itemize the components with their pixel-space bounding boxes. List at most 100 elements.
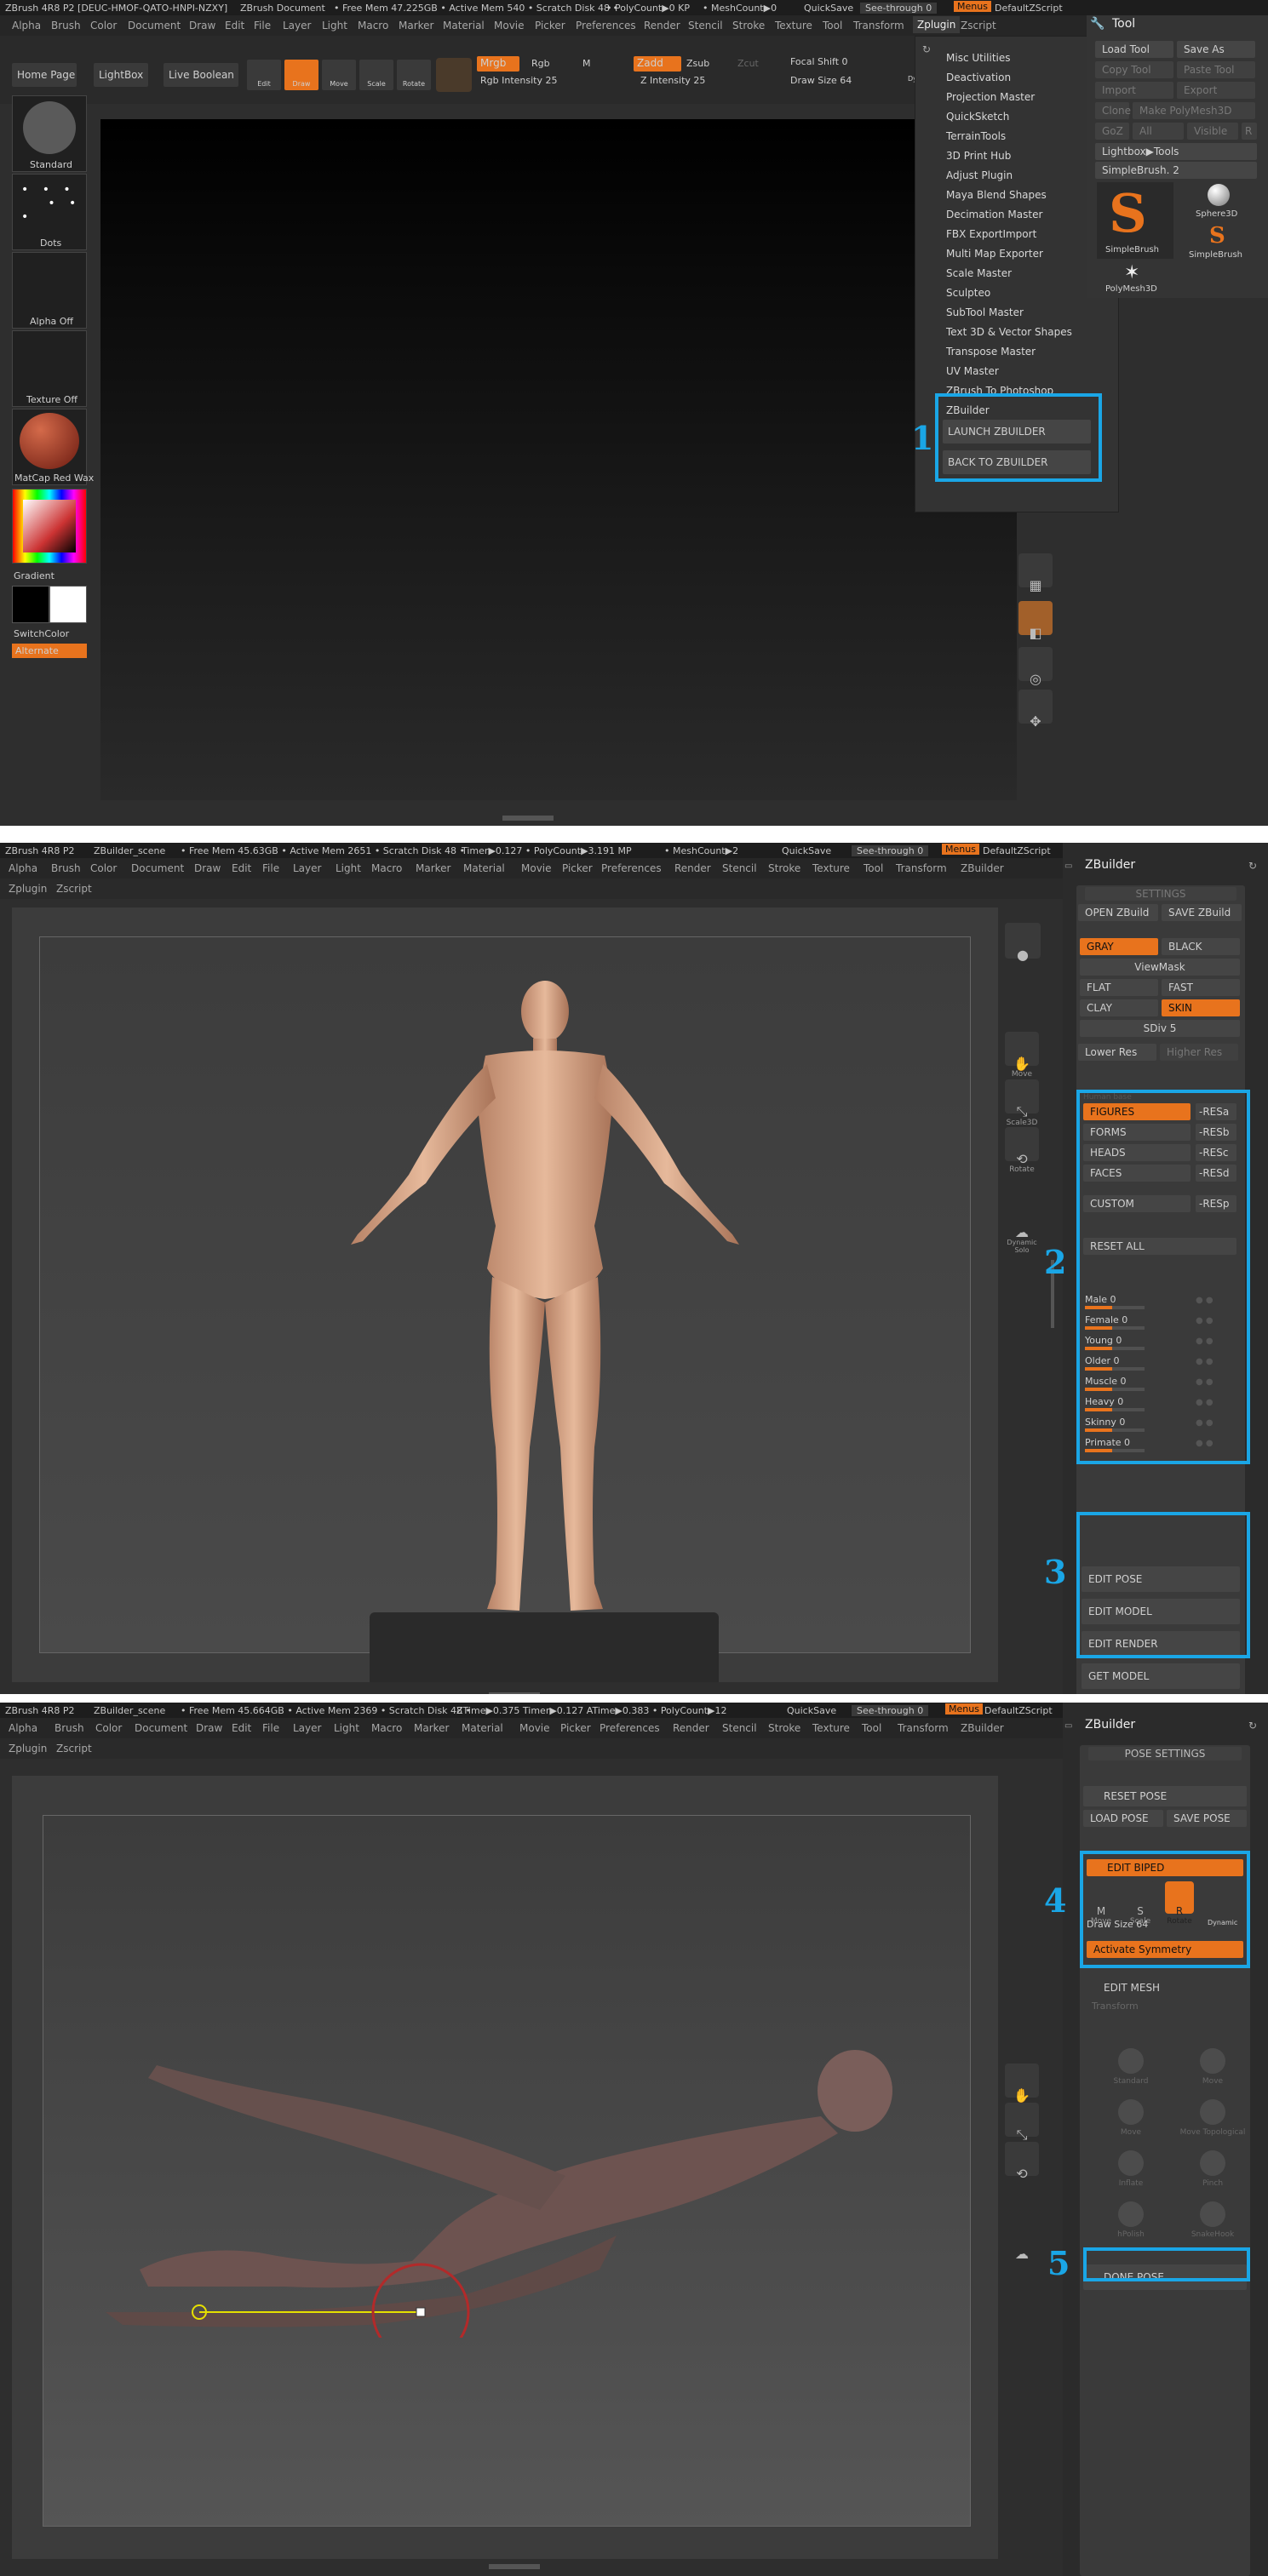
- menu-macro[interactable]: Macro: [371, 862, 402, 874]
- menu-marker[interactable]: Marker: [416, 862, 450, 874]
- menu-document[interactable]: Document: [135, 1722, 187, 1734]
- menu-brush[interactable]: Brush: [55, 1722, 84, 1734]
- rgb-intensity-slider[interactable]: Rgb Intensity 25: [480, 75, 557, 86]
- z-intensity-slider[interactable]: Z Intensity 25: [640, 75, 705, 86]
- menu-alpha[interactable]: Alpha: [12, 20, 41, 31]
- clay-toggle[interactable]: CLAY: [1080, 999, 1158, 1016]
- menu-light[interactable]: Light: [334, 1722, 359, 1734]
- clone-button[interactable]: Clone: [1095, 102, 1131, 119]
- zsub-toggle[interactable]: Zsub: [686, 58, 709, 69]
- skin-toggle[interactable]: SKIN: [1162, 999, 1240, 1016]
- menu-preferences[interactable]: Preferences: [600, 1722, 660, 1734]
- mesh-brush-item[interactable]: Inflate: [1097, 2150, 1165, 2198]
- menu-draw[interactable]: Draw: [196, 1722, 222, 1734]
- polymesh3d-thumb[interactable]: ✶ PolyMesh3D: [1095, 262, 1172, 296]
- load-tool-button[interactable]: Load Tool: [1095, 41, 1173, 58]
- canvas-viewport[interactable]: [12, 1776, 998, 2559]
- quicksave-button[interactable]: QuickSave: [782, 845, 831, 856]
- menu-transform[interactable]: Transform: [896, 862, 947, 874]
- menu-render[interactable]: Render: [673, 1722, 709, 1734]
- side-icon-a[interactable]: ▦: [1018, 553, 1053, 593]
- plugin-projection-master[interactable]: Projection Master: [946, 91, 1035, 103]
- menu-document[interactable]: Document: [131, 862, 184, 874]
- menu-zscript[interactable]: Zscript: [56, 1743, 92, 1755]
- transform-slider[interactable]: Transform: [1092, 2001, 1139, 2012]
- menu-alpha[interactable]: Alpha: [9, 1722, 37, 1734]
- scale-mode-button[interactable]: Scale: [359, 60, 393, 90]
- zcut-toggle[interactable]: Zcut: [737, 58, 759, 69]
- menu-light[interactable]: Light: [322, 20, 347, 31]
- pose-settings-header[interactable]: POSE SETTINGS: [1088, 1747, 1242, 1760]
- menu-texture[interactable]: Texture: [775, 20, 812, 31]
- menu-draw[interactable]: Draw: [194, 862, 221, 874]
- canvas-viewport[interactable]: [12, 907, 998, 1682]
- move-view-icon[interactable]: ✋: [1005, 2064, 1039, 2104]
- menus-toggle[interactable]: Menus: [942, 844, 979, 855]
- menu-brush[interactable]: Brush: [51, 862, 81, 874]
- gradient-toggle[interactable]: Gradient: [14, 570, 55, 581]
- plugin-transpose-master[interactable]: Transpose Master: [946, 346, 1036, 358]
- menu-picker[interactable]: Picker: [535, 20, 565, 31]
- menu-layer[interactable]: Layer: [283, 20, 311, 31]
- alternate-toggle[interactable]: Alternate: [12, 644, 87, 658]
- plugin-misc-utilities[interactable]: Misc Utilities: [946, 52, 1011, 64]
- quicksave-button[interactable]: QuickSave: [804, 3, 853, 14]
- menu-material[interactable]: Material: [443, 20, 485, 31]
- menu-macro[interactable]: Macro: [358, 20, 388, 31]
- menu-stencil[interactable]: Stencil: [722, 862, 757, 874]
- save-zbuild-button[interactable]: SAVE ZBuild: [1162, 904, 1242, 921]
- mesh-brush-item[interactable]: Pinch: [1179, 2150, 1247, 2198]
- menu-edit[interactable]: Edit: [232, 862, 251, 874]
- menu-stroke[interactable]: Stroke: [732, 20, 765, 31]
- lower-res-button[interactable]: Lower Res: [1078, 1044, 1156, 1061]
- menu-zplugin[interactable]: Zplugin: [9, 1743, 47, 1755]
- quicksave-button[interactable]: QuickSave: [787, 1705, 836, 1716]
- move-view-icon[interactable]: ✋ Move: [1005, 1032, 1039, 1079]
- menu-movie[interactable]: Movie: [519, 1722, 550, 1734]
- zadd-toggle[interactable]: Zadd: [634, 56, 681, 72]
- simplebrush-small-thumb[interactable]: S SimpleBrush: [1177, 223, 1257, 262]
- live-boolean-button[interactable]: Live Boolean: [164, 63, 238, 87]
- fast-toggle[interactable]: FAST: [1162, 979, 1240, 996]
- menu-movie[interactable]: Movie: [494, 20, 525, 31]
- menu-render[interactable]: Render: [674, 862, 711, 874]
- plugin-deactivation[interactable]: Deactivation: [946, 72, 1011, 83]
- menu-tool[interactable]: Tool: [862, 1722, 881, 1734]
- import-button[interactable]: Import: [1095, 82, 1173, 99]
- menu-color[interactable]: Color: [90, 20, 117, 31]
- dynamic-solo-icon[interactable]: ☁: [1005, 2222, 1039, 2262]
- menu-zscript[interactable]: Zscript: [56, 883, 92, 895]
- menu-file[interactable]: File: [254, 20, 271, 31]
- gray-bg-toggle[interactable]: GRAY: [1080, 938, 1158, 955]
- scroll-handle[interactable]: [489, 1692, 540, 1694]
- menu-stroke[interactable]: Stroke: [768, 1722, 800, 1734]
- menu-marker[interactable]: Marker: [414, 1722, 449, 1734]
- get-model-button[interactable]: GET MODEL: [1082, 1663, 1240, 1689]
- dropdown-pin-icon[interactable]: ↻: [922, 43, 931, 55]
- plugin-fbx-exportimport[interactable]: FBX ExportImport: [946, 228, 1036, 240]
- menu-stroke[interactable]: Stroke: [768, 862, 800, 874]
- lightbox-button[interactable]: LightBox: [94, 63, 148, 87]
- mrgb-toggle[interactable]: Mrgb: [477, 56, 519, 72]
- scroll-handle[interactable]: [502, 816, 554, 821]
- r-button[interactable]: R: [1242, 123, 1257, 140]
- plugin-quicksketch[interactable]: QuickSketch: [946, 111, 1009, 123]
- menu-tool[interactable]: Tool: [823, 20, 842, 31]
- simplebrush-thumb[interactable]: S SimpleBrush: [1097, 182, 1173, 259]
- side-icon-b[interactable]: ◧: [1018, 601, 1053, 641]
- mesh-brush-item[interactable]: hPolish: [1097, 2201, 1165, 2249]
- menu-material[interactable]: Material: [462, 1722, 503, 1734]
- stroke-slot[interactable]: • • • • • • Dots: [12, 174, 87, 250]
- draw-mode-button[interactable]: Draw: [284, 60, 318, 90]
- menu-stencil[interactable]: Stencil: [722, 1722, 757, 1734]
- paste-tool-button[interactable]: Paste Tool: [1177, 61, 1255, 78]
- menus-toggle[interactable]: Menus: [945, 1703, 983, 1714]
- secondary-color-swatch[interactable]: [49, 586, 87, 623]
- menu-texture[interactable]: Texture: [812, 1722, 850, 1734]
- rotate-view-icon[interactable]: ⟲ Rotate: [1005, 1127, 1039, 1174]
- save-as-button[interactable]: Save As: [1177, 41, 1255, 58]
- sphere3d-thumb[interactable]: Sphere3D: [1177, 182, 1257, 223]
- human-figure-model[interactable]: [307, 970, 783, 1617]
- goz-button[interactable]: GoZ: [1095, 123, 1129, 140]
- mesh-brush-item[interactable]: SnakeHook: [1179, 2201, 1247, 2249]
